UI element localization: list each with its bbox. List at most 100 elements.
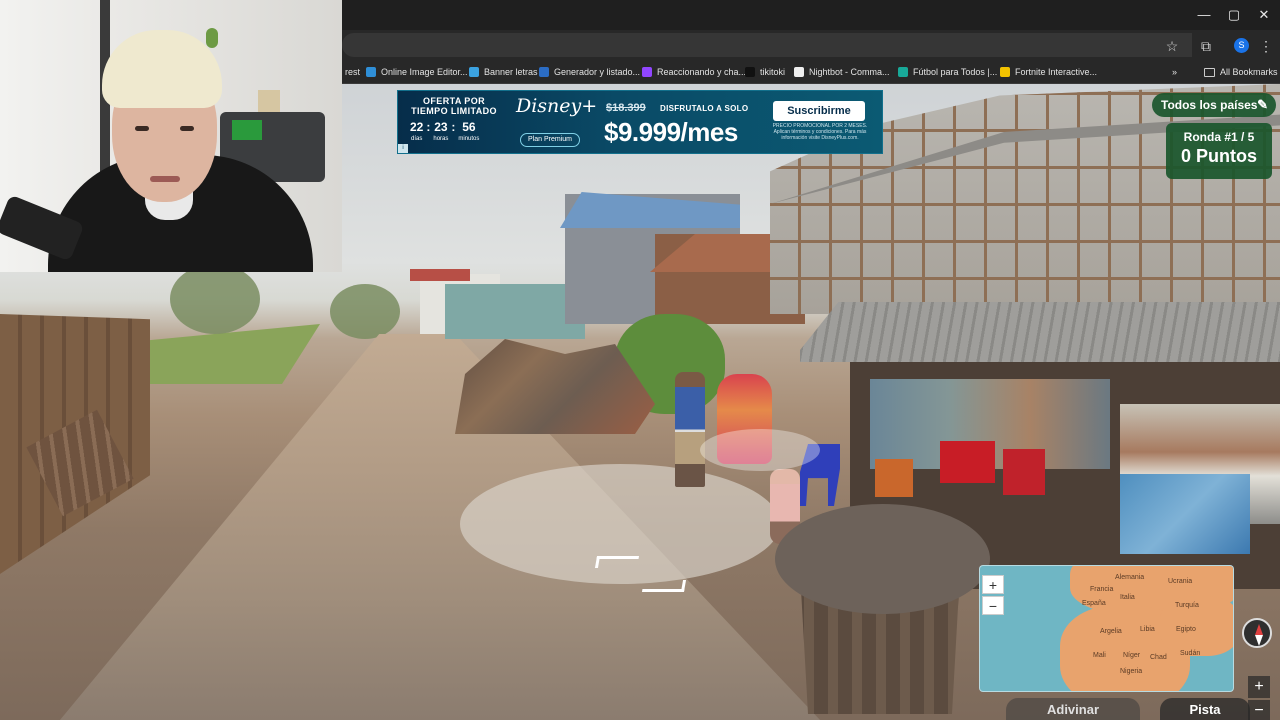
folder-icon [1204, 67, 1215, 77]
browser-menu-icon[interactable]: ⋮ [1255, 35, 1277, 57]
ad-info-icon[interactable]: i [398, 144, 408, 153]
bookmark-label: Generador y listado... [554, 67, 641, 77]
map-label: Egipto [1176, 626, 1196, 633]
bookmark-item[interactable]: Online Image Editor... [366, 63, 468, 81]
countdown-hours: 23 horas [433, 121, 448, 145]
roof [410, 269, 470, 281]
eye [180, 126, 194, 131]
map-label: Sudán [1180, 650, 1201, 657]
countdown-unit: horas [433, 136, 449, 142]
countdown-separator: : [426, 120, 431, 134]
extensions-icon[interactable]: ⧉ [1195, 35, 1217, 57]
points-display: 0 Puntos [1180, 146, 1257, 166]
tin-roof [800, 302, 1280, 362]
map-label: Argelia [1100, 628, 1122, 635]
map-label: Libia [1140, 626, 1155, 633]
close-window-button[interactable]: ✕ [1250, 4, 1278, 26]
bookmarks-overflow-button[interactable]: » [1172, 63, 1177, 81]
move-arrow-icon[interactable] [641, 580, 687, 592]
map-zoom-in-button[interactable]: + [982, 575, 1004, 594]
mouth [150, 176, 180, 182]
bookmark-star-icon[interactable]: ☆ [1161, 35, 1183, 57]
favicon-icon [745, 67, 755, 77]
ad-tagline: DISFRUTALO A SOLO [660, 104, 749, 113]
disney-plus-logo: Disney+ [516, 95, 598, 117]
compass-icon[interactable] [1242, 618, 1272, 648]
map-label: Níger [1123, 652, 1141, 659]
countdown-value: 23 [434, 120, 448, 134]
house [445, 284, 585, 339]
poster [1120, 474, 1250, 554]
person [675, 372, 705, 487]
subscribe-button[interactable]: Suscribirme [773, 101, 865, 121]
view-zoom-out-button[interactable]: − [1248, 700, 1270, 720]
countdown-value: 22 [410, 120, 424, 134]
countdown-minutes: 56 minutos [458, 121, 479, 145]
view-zoom-in-button[interactable]: + [1248, 676, 1270, 698]
plant [206, 28, 218, 48]
tree [330, 284, 400, 339]
cooler [1003, 449, 1045, 495]
bookmark-label: Online Image Editor... [381, 67, 468, 77]
countdown-days: 22 días [410, 121, 423, 145]
bookmark-item[interactable]: Banner letras [469, 63, 538, 81]
map-label: Italia [1120, 594, 1135, 601]
ad-offer-text: OFERTA POR TIEMPO LIMITADO [404, 96, 504, 116]
round-table [775, 504, 990, 614]
disney-plus-ad-banner[interactable]: OFERTA POR TIEMPO LIMITADO 22 días : 23 ho… [397, 90, 883, 154]
favicon-icon [1000, 67, 1010, 77]
guess-minimap[interactable]: Alemania Francia Ucrania España Italia T… [979, 565, 1234, 692]
screen: — ▢ ✕ ☆ ⧉ S ⋮ rest Online Image Editor..… [0, 0, 1280, 720]
pencil-icon: ✎ [1257, 97, 1268, 112]
eye [135, 126, 149, 131]
cooler [875, 459, 913, 497]
all-bookmarks-button[interactable]: All Bookmarks [1204, 63, 1278, 81]
map-label: Alemania [1115, 574, 1145, 581]
bookmark-label: tikitoki [760, 67, 786, 77]
box [232, 120, 262, 140]
map-zoom-out-button[interactable]: − [982, 596, 1004, 615]
bookmark-label: Reaccionando y cha... [657, 67, 747, 77]
ad-old-price: $18.399 [606, 102, 646, 114]
map-label: Ucrania [1168, 578, 1193, 585]
tree [170, 264, 260, 334]
ad-price: $9.999/mes [604, 117, 738, 147]
bookmark-item[interactable]: Reaccionando y cha... [642, 63, 746, 81]
ad-countdown: 22 días : 23 horas : 56 minutos [410, 121, 479, 145]
map-label: Mali [1093, 652, 1106, 659]
favicon-icon [898, 67, 908, 77]
countdown-unit: minutos [458, 136, 480, 142]
bookmark-item[interactable]: Fortnite Interactive... [1000, 63, 1097, 81]
map-label: Francia [1090, 586, 1114, 593]
ad-offer-line1: OFERTA POR [423, 96, 485, 106]
ad-fine-print: PRECIO PROMOCIONAL POR 2 MESES. Aplican … [772, 123, 868, 141]
profile-avatar[interactable]: S [1234, 38, 1249, 53]
favicon-icon [539, 67, 549, 77]
bookmark-item[interactable]: Nightbot - Comma... [794, 63, 890, 81]
bookmark-label: Fortnite Interactive... [1015, 67, 1098, 77]
bookmark-item[interactable]: Fútbol para Todos |... [898, 63, 997, 81]
maximize-button[interactable]: ▢ [1220, 4, 1248, 26]
bookmark-item[interactable]: Generador y listado... [539, 63, 640, 81]
guess-button[interactable]: Adivinar [1006, 698, 1140, 720]
minimize-button[interactable]: — [1190, 4, 1218, 26]
address-bar[interactable] [342, 33, 1192, 57]
favicon-icon [642, 67, 652, 77]
bookmark-label: Fútbol para Todos |... [913, 67, 998, 77]
cooler [940, 441, 995, 483]
round-score-panel: Ronda #1 / 5 0 Puntos [1166, 123, 1272, 179]
map-label: Turquía [1175, 602, 1199, 609]
country-filter-label: Todos los países [1161, 98, 1258, 112]
favicon-icon [794, 67, 804, 77]
map-label: Chad [1150, 654, 1167, 661]
countdown-value: 56 [462, 120, 476, 134]
countdown-unit: días [411, 136, 423, 142]
bookmark-label: rest [345, 67, 361, 77]
bookmark-label: Nightbot - Comma... [809, 67, 890, 77]
hint-button[interactable]: Pista [1160, 698, 1250, 720]
bookmark-item[interactable]: tikitoki [745, 63, 785, 81]
bookmark-label: Banner letras [484, 67, 538, 77]
move-arrow-icon[interactable] [594, 556, 640, 568]
webcam-overlay [0, 0, 342, 272]
country-filter-button[interactable]: Todos los países ✎ [1152, 93, 1276, 117]
